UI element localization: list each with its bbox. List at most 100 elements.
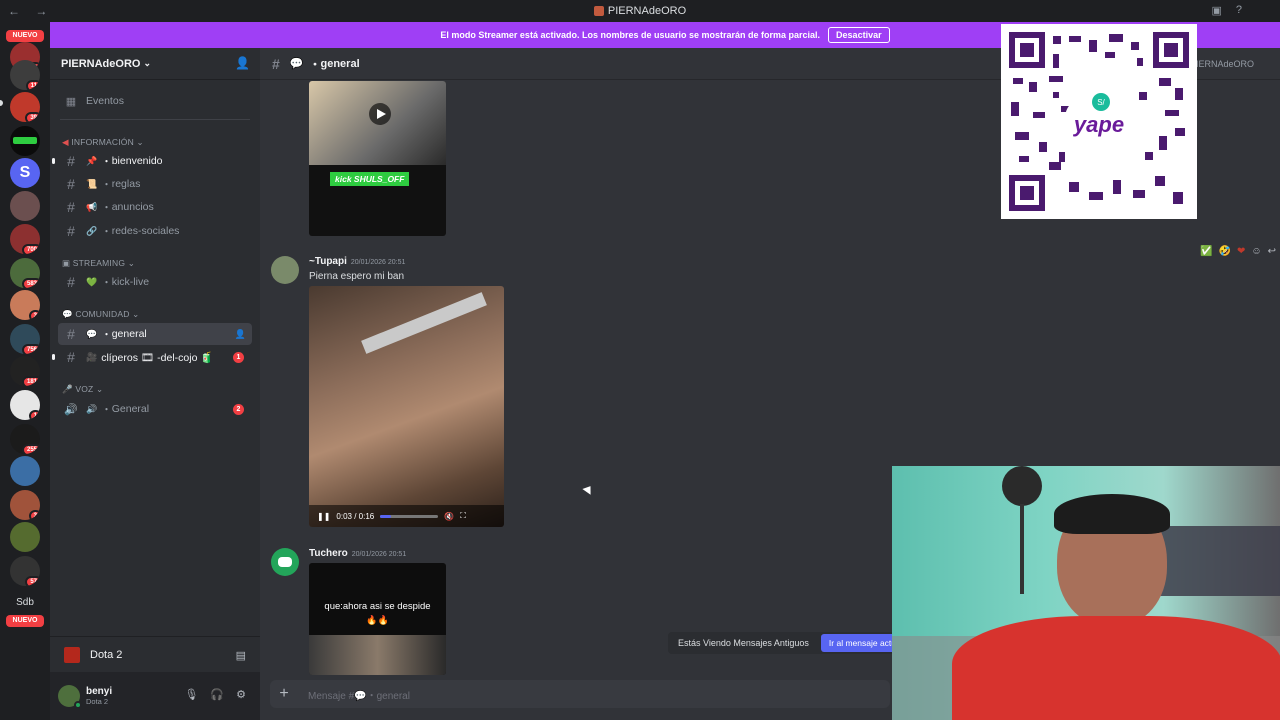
server-icon[interactable]: [10, 456, 40, 486]
qr-brand: yape: [1073, 112, 1124, 137]
video-caption: que:ahora asi se despide: [324, 601, 431, 612]
server-icon[interactable]: 255: [10, 424, 40, 454]
message-author[interactable]: Tuchero 20/01/2026 20:51: [309, 548, 406, 559]
server-icon[interactable]: 1: [10, 390, 40, 420]
message-composer[interactable]: + Mensaje #💬・general: [270, 680, 890, 708]
server-icon[interactable]: 11: [10, 60, 40, 90]
server-icon[interactable]: 3: [10, 290, 40, 320]
volume-muted-icon[interactable]: 🔇: [444, 512, 454, 521]
header-username: PIERNAdeORO: [1189, 58, 1254, 69]
window-title: PIERNAdeORO: [607, 5, 687, 17]
channel-reglas[interactable]: # 📜 ・ reglas: [58, 173, 252, 195]
fan-stand: [1020, 504, 1024, 594]
user-panel: benyi Dota 2 🎙 🎧 ⚙: [50, 672, 260, 720]
server-icon[interactable]: [10, 522, 40, 552]
server-icon[interactable]: 57: [10, 556, 40, 586]
hash-icon: #: [67, 223, 75, 239]
webcam-overlay: [892, 466, 1280, 720]
voice-channel-general[interactable]: 🔊 🔊 ・ General 2: [58, 398, 252, 420]
fan-head: [1002, 466, 1042, 506]
invite-icon[interactable]: 👤: [235, 56, 250, 70]
video-player[interactable]: ❚❚ 0:03 / 0:16 🔇 ⛶: [309, 286, 504, 527]
message-input[interactable]: Mensaje #💬・general: [308, 687, 410, 702]
add-attachment-icon[interactable]: +: [270, 685, 298, 703]
server-icon-small: [593, 6, 604, 16]
server-icon[interactable]: 181: [10, 356, 40, 386]
qr-symbol: S/: [1097, 98, 1105, 107]
video-controls: ❚❚ 0:03 / 0:16 🔇 ⛶: [309, 505, 504, 527]
message-author[interactable]: ~Tupapi 20/01/2026 20:51: [309, 256, 405, 267]
speaker-icon: 🔊: [64, 403, 78, 416]
channel-bienvenido[interactable]: # 📌 ・ bienvenido: [52, 150, 252, 172]
server-icon[interactable]: 583: [10, 258, 40, 288]
server-icon[interactable]: [10, 191, 40, 221]
titlebar-actions: ▣ ?: [1211, 4, 1242, 17]
add-reaction-icon[interactable]: ☺: [1251, 246, 1261, 257]
message-text: Pierna espero mi ban: [309, 271, 405, 282]
voice-count-badge: 2: [233, 403, 244, 415]
server-icon[interactable]: 3: [10, 490, 40, 520]
channel-cliperos[interactable]: # 🎥 clíperos 🎞 -del-cojo 🧃 1: [52, 346, 252, 368]
category-streaming[interactable]: ▣ STREAMING ⌄: [62, 258, 135, 269]
fire-emoji: 🔥🔥: [366, 615, 389, 625]
category-voz[interactable]: 🎤 VOZ ⌄: [62, 384, 103, 395]
play-icon[interactable]: [369, 103, 391, 125]
server-icon[interactable]: 700: [10, 224, 40, 254]
help-icon[interactable]: ?: [1236, 4, 1242, 17]
server-name: PIERNAdeORO: [61, 57, 141, 70]
avatar[interactable]: [271, 256, 299, 284]
deactivate-button[interactable]: Desactivar: [828, 27, 890, 43]
channel-title: general: [320, 57, 360, 70]
category-informacion[interactable]: ◀ INFORMACIÓN ⌄: [62, 137, 144, 148]
server-icon-s[interactable]: S: [10, 158, 40, 188]
channel-anuncios[interactable]: # 📢 ・ anuncios: [58, 196, 252, 218]
category-comunidad[interactable]: 💬 COMUNIDAD ⌄: [62, 309, 139, 320]
mention-badge: 1: [233, 351, 244, 363]
message-actions: ✅ 🤣 ❤ ☺ ↩: [1200, 246, 1276, 257]
username: benyi: [86, 686, 113, 697]
channel-general[interactable]: # 💬 ・ general 👤: [58, 323, 252, 345]
inbox-icon[interactable]: ▣: [1211, 4, 1221, 17]
video-time: 0:03 / 0:16: [336, 511, 375, 521]
hash-icon: #: [67, 274, 75, 290]
hash-icon: #: [67, 349, 75, 365]
server-list: NUEVO 19 11 39 S 700 583 3 756 181 1 255…: [0, 22, 50, 720]
channel-sidebar: PIERNAdeORO ⌄ 👤 ▦ Eventos ◀ INFORMACIÓN …: [50, 48, 260, 720]
new-badge: NUEVO: [6, 30, 44, 42]
jump-to-present-button[interactable]: Ir al mensaje actual: [820, 634, 901, 652]
channel-redes-sociales[interactable]: # 🔗 ・ redes-sociales: [58, 220, 252, 242]
fullscreen-icon[interactable]: ⛶: [460, 511, 466, 521]
banner-text: El modo Streamer está activado. Los nomb…: [440, 30, 821, 40]
gear-icon[interactable]: ⚙: [236, 688, 246, 701]
server-icon[interactable]: [10, 126, 40, 156]
check-reaction-icon[interactable]: ✅: [1200, 246, 1212, 257]
qr-code-icon: S/ yape: [1009, 32, 1189, 211]
server-icon[interactable]: 39: [10, 92, 40, 122]
invite-icon[interactable]: 👤: [235, 329, 246, 340]
events-item[interactable]: ▦ Eventos: [58, 90, 252, 112]
avatar[interactable]: [271, 548, 299, 576]
video-attachment[interactable]: que:ahora asi se despide 🔥🔥: [309, 563, 446, 675]
server-sdb[interactable]: Sdb: [0, 597, 50, 608]
screen-share-icon[interactable]: ▤: [236, 649, 246, 662]
calendar-icon: ▦: [65, 95, 77, 108]
video-caption: kick SHULS_OFF: [330, 172, 410, 186]
reply-icon[interactable]: ↩: [1268, 246, 1276, 257]
headphones-icon[interactable]: 🎧: [210, 688, 224, 701]
hash-icon: #: [67, 199, 75, 215]
avatar[interactable]: [58, 685, 82, 709]
nav-arrows[interactable]: ← →: [8, 4, 53, 18]
server-icon[interactable]: 756: [10, 324, 40, 354]
activity-panel[interactable]: Dota 2 ▤: [58, 644, 252, 666]
pause-icon[interactable]: ❚❚: [317, 512, 330, 521]
microphone-icon[interactable]: 🎙: [184, 688, 198, 701]
old-messages-text: Estás Viendo Mensajes Antiguos: [678, 638, 809, 648]
heart-reaction-icon[interactable]: ❤: [1237, 246, 1245, 257]
new-badge: NUEVO: [6, 615, 44, 627]
laugh-reaction-icon[interactable]: 🤣: [1219, 246, 1231, 257]
server-header[interactable]: PIERNAdeORO ⌄ 👤: [50, 48, 260, 80]
channel-kick-live[interactable]: # 💚 ・ kick-live: [58, 271, 252, 293]
video-progress-bar[interactable]: [380, 514, 439, 518]
video-attachment[interactable]: kick SHULS_OFF: [309, 81, 446, 236]
hash-icon: #: [67, 326, 75, 342]
